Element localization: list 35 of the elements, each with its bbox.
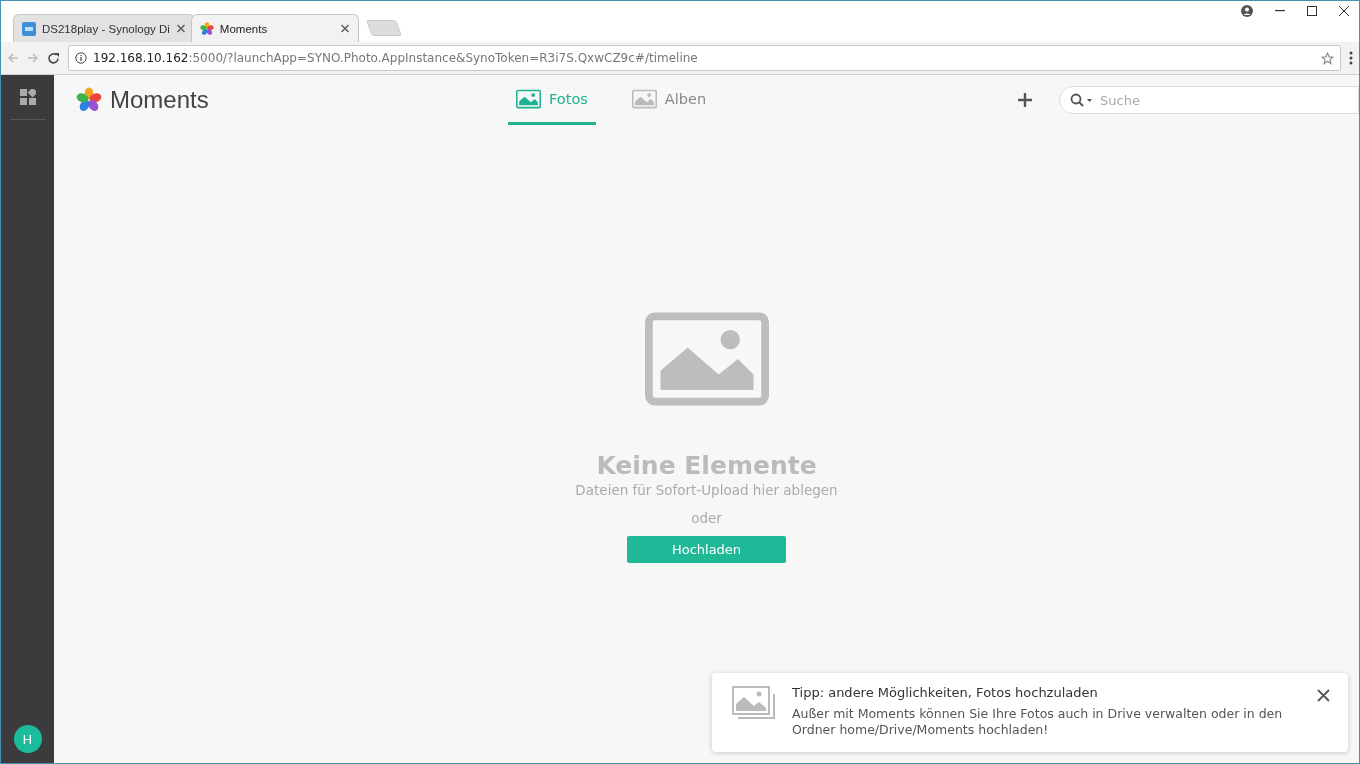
search-box[interactable]: Suche xyxy=(1059,86,1359,114)
nav-tab[interactable]: Fotos xyxy=(508,75,596,125)
image-icon xyxy=(631,88,657,109)
plus-icon xyxy=(1017,92,1033,108)
close-icon xyxy=(1317,689,1330,702)
search-field[interactable]: Suche xyxy=(1098,91,1348,109)
apps-icon[interactable] xyxy=(19,89,36,105)
tip-text: Außer mit Moments können Sie Ihre Fotos auch in Drive verwalten oder in den Ordner home/Drive/Moments hochladen! xyxy=(792,706,1284,738)
upload-button[interactable]: Hochladen xyxy=(627,536,786,563)
browser-tab[interactable]: Moments xyxy=(190,14,359,42)
empty-title: Keine Elemente xyxy=(596,451,817,480)
close-icon[interactable] xyxy=(1339,6,1349,16)
flower-icon xyxy=(76,87,102,113)
photos-icon xyxy=(732,685,776,721)
empty-hint: Dateien für Sofort-Upload hier ablegen xyxy=(575,482,838,498)
nav-tab[interactable]: Alben xyxy=(623,75,715,125)
address-field[interactable]: 192.168.10.162:5000/?launchApp=SYNO.Photo.AppInstance&SynoToken=R3i7S.QxwCZ9c#/timeline xyxy=(68,45,1341,71)
image-icon xyxy=(516,88,541,109)
url-path: :5000/?launchApp=SYNO.Photo.AppInstance&SynoToken=R3i7S.QxwCZ9c#/timeline xyxy=(188,51,699,65)
star-icon[interactable] xyxy=(1321,51,1334,65)
tip-title: Tipp: andere Möglichkeiten, Fotos hochzuladen xyxy=(792,685,1099,700)
url-host: 192.168.10.162 xyxy=(93,51,189,65)
app-icon xyxy=(22,21,36,36)
reload-icon[interactable] xyxy=(47,51,60,65)
app-title: Moments xyxy=(110,86,209,114)
menu-icon[interactable] xyxy=(1349,51,1353,65)
empty-image-icon xyxy=(644,311,769,407)
search-icon xyxy=(1070,93,1094,107)
info-icon xyxy=(75,52,87,64)
or-label: oder xyxy=(691,510,722,526)
user-avatar[interactable]: H xyxy=(13,725,42,753)
maximize-icon[interactable] xyxy=(1307,6,1317,16)
profile-icon[interactable] xyxy=(1241,5,1253,17)
minimize-icon[interactable] xyxy=(1275,10,1285,12)
flower-icon xyxy=(199,21,214,36)
